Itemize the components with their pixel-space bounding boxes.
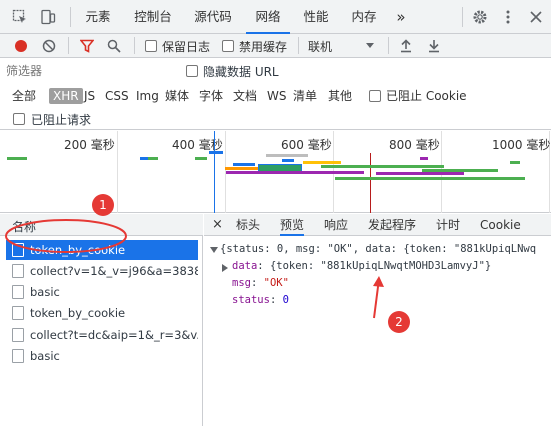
status-key: status — [232, 294, 270, 306]
request-name: basic — [30, 349, 60, 363]
throttling-select[interactable]: 联机 — [308, 38, 332, 55]
tab-initiator[interactable]: 发起程序 — [368, 214, 416, 236]
type-filter-xhr[interactable]: XHR — [49, 88, 83, 104]
tab-elements[interactable]: 元素 — [78, 0, 118, 34]
blocked-requests-label: 已阻止请求 — [31, 113, 92, 127]
type-filter-doc[interactable]: 文档 — [233, 88, 257, 104]
request-row[interactable]: token_by_cookie — [6, 240, 198, 260]
close-detail-button[interactable]: × — [212, 214, 223, 236]
tab-sources[interactable]: 源代码 — [186, 0, 240, 34]
msg-key: msg — [232, 277, 251, 289]
timeline-tick: 800 毫秒 — [389, 138, 440, 152]
type-filter-js[interactable]: JS — [84, 88, 95, 104]
resource-type-filters: 全部 XHR JS CSS Img 媒体 字体 文档 WS 清单 其他 已阻止 … — [0, 84, 551, 108]
tab-network[interactable]: 网络 — [246, 0, 290, 34]
request-name: collect?v=1&_v=j96&a=3838... — [30, 264, 198, 278]
preserve-log-label: 保留日志 — [162, 40, 211, 54]
blocked-requests-row: 已阻止请求 — [0, 108, 551, 130]
file-icon — [12, 264, 24, 278]
tab-preview[interactable]: 预览 — [280, 214, 305, 236]
file-icon — [12, 285, 24, 299]
type-filter-ws[interactable]: WS — [267, 88, 286, 104]
close-devtools-icon[interactable] — [528, 9, 544, 25]
dom-content-loaded-line — [214, 131, 215, 213]
type-filter-other[interactable]: 其他 — [328, 88, 352, 104]
file-icon — [12, 306, 24, 320]
tab-console[interactable]: 控制台 — [126, 0, 180, 34]
record-icon[interactable] — [14, 39, 28, 53]
filter-row: 隐藏数据 URL — [0, 59, 551, 83]
annotation-badge-1: 1 — [92, 194, 114, 216]
timeline-tick: 200 毫秒 — [64, 138, 115, 152]
export-har-icon[interactable] — [427, 38, 441, 53]
network-toolbar: 保留日志 禁用缓存 联机 — [0, 34, 551, 58]
preview-status-line: status: 0 — [232, 294, 289, 306]
blocked-requests-checkbox[interactable] — [13, 113, 25, 125]
request-list: 名称 token_by_cookie collect?v=1&_v=j96&a=… — [0, 214, 203, 426]
preserve-log-checkbox[interactable] — [145, 40, 157, 52]
request-detail-pane: × 标头 预览 响应 发起程序 计时 Cookie {status: 0, ms… — [204, 214, 551, 426]
blocked-cookies-label: 已阻止 Cookie — [386, 89, 467, 103]
request-name: token_by_cookie — [30, 306, 126, 320]
gear-icon[interactable] — [472, 9, 488, 25]
file-icon — [12, 243, 24, 257]
filter-icon[interactable] — [80, 39, 94, 53]
tab-headers[interactable]: 标头 — [236, 214, 260, 236]
timeline-tick: 1000 毫秒 — [492, 138, 551, 152]
collapsed-triangle-icon[interactable] — [222, 264, 228, 272]
request-list-header: 名称 — [0, 214, 203, 236]
type-filter-img[interactable]: Img — [136, 88, 159, 104]
device-toolbar-icon[interactable] — [40, 9, 56, 25]
preview-msg-line: msg: "OK" — [232, 277, 289, 289]
search-icon[interactable] — [107, 39, 121, 53]
chevron-down-icon — [366, 43, 374, 48]
tab-timing[interactable]: 计时 — [436, 214, 460, 236]
filter-input[interactable] — [6, 62, 172, 80]
data-key: data — [232, 260, 258, 272]
devtools-tabbar: 元素 控制台 源代码 网络 性能 内存 » — [0, 0, 551, 34]
hide-data-urls-checkbox[interactable] — [186, 65, 198, 77]
tab-response[interactable]: 响应 — [324, 214, 348, 236]
type-filter-media[interactable]: 媒体 — [165, 88, 189, 104]
clear-icon[interactable] — [42, 39, 56, 53]
type-filter-manifest[interactable]: 清单 — [293, 88, 317, 104]
timeline-tick: 600 毫秒 — [281, 138, 332, 152]
tab-performance[interactable]: 性能 — [296, 0, 336, 34]
more-options-icon[interactable] — [500, 9, 516, 25]
request-name: token_by_cookie — [30, 243, 126, 257]
request-row[interactable]: basic — [6, 346, 198, 366]
request-name: basic — [30, 285, 60, 299]
expand-triangle-icon[interactable] — [210, 247, 218, 253]
inspect-element-icon[interactable] — [12, 9, 28, 25]
type-filter-all[interactable]: 全部 — [12, 88, 36, 104]
msg-value: "OK" — [263, 277, 289, 289]
hide-data-urls-label: 隐藏数据 URL — [203, 65, 279, 79]
disable-cache-label: 禁用缓存 — [239, 40, 288, 54]
request-row[interactable]: collect?v=1&_v=j96&a=3838... — [6, 261, 198, 281]
type-filter-font[interactable]: 字体 — [199, 88, 223, 104]
tab-cookies[interactable]: Cookie — [480, 214, 521, 236]
name-column-header[interactable]: 名称 — [12, 218, 36, 235]
file-icon — [12, 349, 24, 363]
load-event-line — [370, 153, 371, 213]
import-har-icon[interactable] — [399, 38, 413, 53]
timeline-overview[interactable]: 200 毫秒 400 毫秒 600 毫秒 800 毫秒 1000 毫秒 — [0, 131, 551, 213]
tab-memory[interactable]: 内存 — [344, 0, 384, 34]
request-row[interactable]: token_by_cookie — [6, 303, 198, 323]
more-tabs-button[interactable]: » — [390, 0, 412, 34]
status-value: 0 — [282, 294, 289, 306]
detail-tabs: × 标头 预览 响应 发起程序 计时 Cookie — [204, 214, 551, 236]
disable-cache-checkbox[interactable] — [222, 40, 234, 52]
preview-data-line[interactable]: data: {token: "881kUpiqLNwqtMOHD3LamvyJ"… — [232, 260, 491, 272]
blocked-cookies-checkbox[interactable] — [369, 90, 381, 102]
preview-root-line[interactable]: {status: 0, msg: "OK", data: {token: "88… — [220, 243, 536, 255]
request-row[interactable]: collect?t=dc&aip=1&_r=3&v... — [6, 325, 198, 345]
data-value: {token: "881kUpiqLNwqtMOHD3LamvyJ"} — [269, 260, 492, 272]
file-icon — [12, 328, 24, 342]
request-name: collect?t=dc&aip=1&_r=3&v... — [30, 328, 198, 342]
annotation-badge-2: 2 — [388, 311, 410, 333]
type-filter-css[interactable]: CSS — [105, 88, 129, 104]
request-row[interactable]: basic — [6, 282, 198, 302]
